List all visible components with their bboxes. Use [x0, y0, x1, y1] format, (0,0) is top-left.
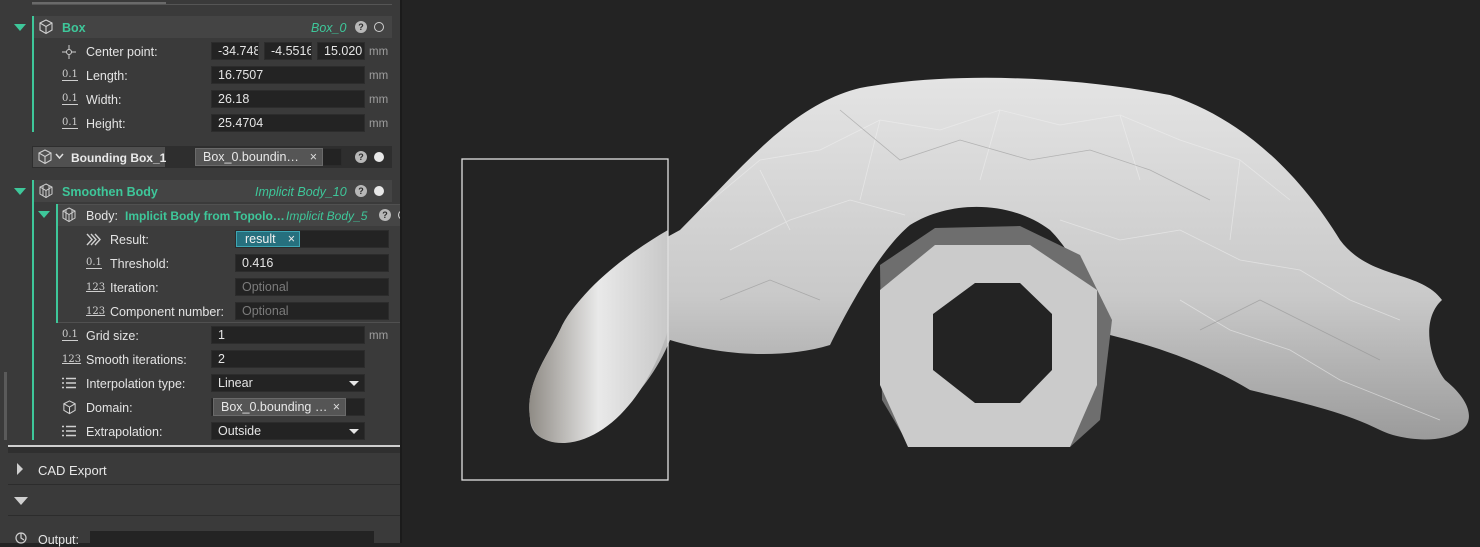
smoothen-accent-bar [32, 180, 34, 440]
output-label: Output: [38, 533, 79, 547]
remove-icon[interactable]: × [333, 399, 340, 415]
smoothen-title: Smoothen Body [62, 185, 158, 199]
decimal-icon: 0.1 [62, 69, 78, 81]
integer-icon: 123 [86, 306, 106, 317]
result-icon [86, 233, 101, 246]
grid-size-unit: mm [369, 330, 389, 342]
smooth-iterations-label: Smooth iterations: [86, 353, 187, 367]
center-y-input[interactable]: -4.5516 [264, 42, 312, 60]
body-value[interactable]: Implicit Body from Topolo… [125, 209, 285, 223]
bounding-box-visibility-toggle[interactable] [374, 152, 384, 162]
decimal-icon: 0.1 [62, 93, 78, 105]
height-unit: mm [369, 118, 389, 130]
bounding-box-chip[interactable]: Box_0.boundin… × [195, 148, 323, 166]
properties-panel: Box Box_0 ? Center point: -34.748 -4.551… [0, 0, 416, 547]
list-icon [62, 425, 76, 437]
chevron-down-icon[interactable] [349, 381, 359, 386]
mesh-left-arm [529, 230, 668, 444]
domain-chip-label: Box_0.bounding … [221, 400, 328, 414]
center-unit: mm [369, 46, 389, 58]
interpolation-type-select[interactable]: Linear [211, 374, 365, 392]
crosshair-icon [62, 45, 76, 59]
integer-icon: 123 [86, 282, 106, 293]
box-icon [63, 400, 76, 415]
chevron-down-icon[interactable] [349, 429, 359, 434]
threshold-input[interactable]: 0.416 [235, 254, 389, 272]
remove-icon[interactable]: × [288, 232, 295, 246]
domain-label: Domain: [86, 401, 133, 415]
smoothen-help-button[interactable]: ? [355, 185, 367, 197]
body-label: Body: [86, 209, 118, 223]
section-separator-3 [8, 515, 400, 516]
mesh-render [461, 77, 1469, 481]
top-divider [32, 4, 392, 5]
box-collapse-toggle[interactable] [14, 24, 26, 31]
result-chip[interactable]: result × [236, 231, 300, 247]
box-title: Box [62, 21, 86, 35]
iteration-input[interactable]: Optional [235, 278, 389, 296]
decimal-icon: 0.1 [62, 329, 78, 341]
decimal-icon: 0.1 [86, 257, 102, 269]
chevron-right-icon[interactable] [16, 463, 24, 475]
iteration-label: Iteration: [110, 281, 159, 295]
center-z-input[interactable]: 15.020 [317, 42, 365, 60]
section-separator-dark [8, 447, 400, 453]
interpolation-type-label: Interpolation type: [86, 377, 186, 391]
cad-export-title[interactable]: CAD Export [38, 463, 107, 478]
component-number-input[interactable]: Optional [235, 302, 389, 320]
result-label: Result: [110, 233, 149, 247]
length-label: Length: [86, 69, 128, 83]
chevron-down-icon[interactable] [55, 153, 64, 160]
width-input[interactable]: 26.18 [211, 90, 365, 108]
width-unit: mm [369, 94, 389, 106]
length-unit: mm [369, 70, 389, 82]
smoothen-instance-name: Implicit Body_10 [255, 185, 347, 199]
box-icon [38, 149, 52, 165]
body-help-button[interactable]: ? [379, 209, 391, 221]
bounding-box-title: Bounding Box_1 [71, 151, 167, 165]
grid-size-input[interactable]: 1 [211, 326, 365, 344]
domain-chip[interactable]: Box_0.bounding … × [213, 398, 346, 416]
height-input[interactable]: 25.4704 [211, 114, 365, 132]
smooth-iterations-input[interactable]: 2 [211, 350, 365, 368]
extrapolation-select[interactable]: Outside [211, 422, 365, 440]
section-separator-2 [8, 484, 400, 485]
bounding-box-help-button[interactable]: ? [355, 151, 367, 163]
smoothen-collapse-toggle[interactable] [14, 188, 26, 195]
length-input[interactable]: 16.7507 [211, 66, 365, 84]
chevron-down-icon[interactable] [14, 497, 28, 505]
box-help-button[interactable]: ? [355, 21, 367, 33]
box-visibility-toggle[interactable] [374, 22, 384, 32]
center-point-label: Center point: [86, 45, 158, 59]
list-icon [62, 377, 76, 389]
remove-icon[interactable]: × [310, 149, 317, 165]
component-number-label: Component number: [110, 305, 224, 319]
bounding-box-chip-label: Box_0.boundin… [203, 150, 299, 164]
center-x-input[interactable]: -34.748 [211, 42, 259, 60]
decimal-icon: 0.1 [62, 117, 78, 129]
height-label: Height: [86, 117, 126, 131]
body-instance-name: Implicit Body_5 [286, 209, 368, 223]
box-instance-name: Box_0 [311, 21, 347, 35]
box-icon [39, 19, 53, 35]
result-chip-label: result [245, 232, 276, 246]
3d-viewport[interactable] [402, 0, 1480, 543]
implicit-body-icon [39, 183, 53, 199]
implicit-body-icon [62, 207, 76, 223]
integer-icon: 123 [62, 354, 82, 365]
grid-size-label: Grid size: [86, 329, 139, 343]
extrapolation-label: Extrapolation: [86, 425, 163, 439]
body-collapse-toggle[interactable] [38, 211, 50, 218]
panel-scrollbar[interactable] [4, 372, 7, 440]
smoothen-visibility-toggle[interactable] [374, 186, 384, 196]
width-label: Width: [86, 93, 122, 107]
threshold-label: Threshold: [110, 257, 170, 271]
